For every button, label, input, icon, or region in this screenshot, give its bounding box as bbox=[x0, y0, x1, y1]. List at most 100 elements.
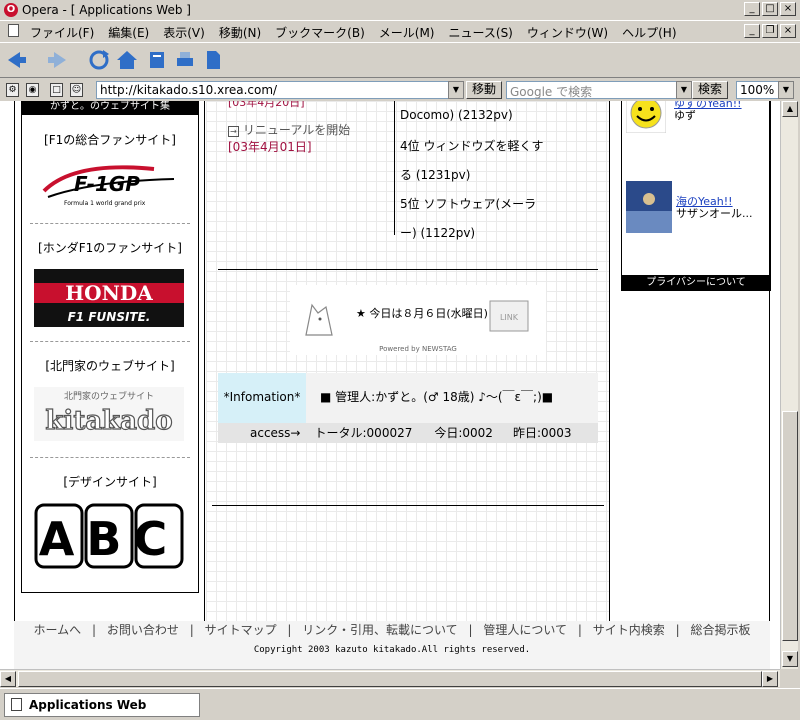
security-icon[interactable]: ⚙ bbox=[6, 83, 19, 97]
horizontal-scroll-thumb[interactable] bbox=[18, 671, 762, 687]
menu-file[interactable]: ファイル(F) bbox=[30, 24, 94, 41]
footer-link-search[interactable]: サイト内検索 bbox=[593, 623, 665, 637]
menu-view[interactable]: 表示(V) bbox=[163, 24, 205, 41]
footer-separator: | bbox=[189, 623, 194, 637]
footer-link-home[interactable]: ホームへ bbox=[34, 623, 82, 637]
information-box: *Infomation* ■ 管理人:かずと。(♂ 18歳) ♪〜(￣ε￣;)■… bbox=[218, 373, 598, 443]
menu-edit[interactable]: 編集(E) bbox=[108, 24, 149, 41]
vertical-scroll-thumb[interactable] bbox=[782, 411, 798, 641]
reload-icon[interactable] bbox=[88, 49, 110, 71]
url-input[interactable]: http://kitakado.s10.xrea.com/ bbox=[96, 81, 462, 99]
ranking-line: Docomo) (2132pv) bbox=[400, 108, 513, 122]
window-tab-label: Applications Web bbox=[29, 698, 147, 712]
address-bar: ⚙ ◉ □ ☺ http://kitakado.s10.xrea.com/ ▼ … bbox=[0, 79, 800, 101]
design-site-label: [デザインサイト] bbox=[63, 475, 157, 489]
menu-navigate[interactable]: 移動(N) bbox=[219, 24, 261, 41]
child-minimize-button[interactable]: _ bbox=[744, 24, 760, 38]
abc-banner[interactable]: ABC bbox=[34, 503, 184, 569]
separator bbox=[30, 457, 190, 458]
access-label: access→ bbox=[250, 426, 301, 440]
honda-banner-subtitle: F1 FUNSITE. bbox=[68, 310, 151, 324]
divider bbox=[218, 269, 598, 270]
home-icon[interactable] bbox=[116, 49, 138, 71]
left-column: かずと。のウェブサイト集 [F1の総合ファンサイト] F-1GP Formula… bbox=[15, 101, 205, 621]
site-list-header: かずと。のウェブサイト集 bbox=[22, 101, 198, 115]
scroll-left-arrow-icon[interactable]: ◀ bbox=[0, 671, 16, 687]
menu-help[interactable]: ヘルプ(H) bbox=[622, 24, 676, 41]
news-item-renewal[interactable]: → リニューアルを開始 bbox=[228, 121, 350, 138]
f1gp-banner[interactable]: F-1GP Formula 1 world grand prix bbox=[34, 161, 184, 209]
page-viewport: かずと。のウェブサイト集 [F1の総合ファンサイト] F-1GP Formula… bbox=[0, 101, 780, 669]
umi-yeah-album-cover[interactable] bbox=[626, 181, 672, 233]
go-button[interactable]: 移動 bbox=[466, 81, 502, 99]
menu-bookmarks[interactable]: ブックマーク(B) bbox=[275, 24, 365, 41]
footer-link-bbs[interactable]: 総合掲示板 bbox=[690, 623, 750, 637]
divider bbox=[212, 505, 604, 506]
camera-icon[interactable]: ◉ bbox=[26, 83, 39, 97]
honda-f1-banner[interactable]: HONDA F1 FUNSITE. bbox=[34, 269, 184, 327]
bookmark-add-icon[interactable] bbox=[146, 49, 168, 71]
page-info-icon[interactable]: □ bbox=[50, 83, 63, 97]
search-button[interactable]: 検索 bbox=[692, 81, 728, 99]
page-icon bbox=[11, 698, 22, 711]
kitakado-banner[interactable]: 北門家のウェブサイト kitakado bbox=[34, 387, 184, 441]
site-list-box: かずと。のウェブサイト集 [F1の総合ファンサイト] F-1GP Formula… bbox=[21, 101, 199, 593]
f1gp-label: [F1の総合ファンサイト] bbox=[44, 133, 176, 147]
menu-window[interactable]: ウィンドウ(W) bbox=[527, 24, 608, 41]
back-arrow-icon[interactable] bbox=[6, 49, 28, 71]
information-message: ■ 管理人:かずと。(♂ 18歳) ♪〜(￣ε￣;)■ bbox=[306, 373, 598, 423]
scroll-up-arrow-icon[interactable]: ▲ bbox=[782, 101, 798, 117]
zoom-dropdown-arrow-icon[interactable]: ▼ bbox=[778, 81, 794, 99]
access-counter: access→ トータル:000027 今日:0002 昨日:0003 bbox=[218, 423, 598, 443]
scroll-down-arrow-icon[interactable]: ▼ bbox=[782, 651, 798, 667]
search-dropdown-arrow-icon[interactable]: ▼ bbox=[676, 81, 692, 99]
horizontal-scrollbar[interactable]: ◀ ▶ bbox=[0, 669, 780, 687]
newstag-text: ★ 今日は８月６日(水曜日) bbox=[356, 306, 488, 320]
footer-links: ホームへ | お問い合わせ | サイトマップ | リンク・引用、転載について |… bbox=[14, 621, 770, 638]
privacy-link[interactable]: プライバシーについて bbox=[621, 275, 771, 291]
footer-link-sitemap[interactable]: サイトマップ bbox=[205, 623, 277, 637]
maximize-button[interactable]: □ bbox=[762, 2, 778, 16]
web-page: かずと。のウェブサイト集 [F1の総合ファンサイト] F-1GP Formula… bbox=[14, 101, 771, 621]
user-icon[interactable]: ☺ bbox=[70, 83, 83, 97]
page-icon[interactable] bbox=[202, 49, 224, 71]
child-restore-button[interactable]: ❐ bbox=[762, 24, 778, 38]
newstag-powered: Powered by NEWSTAG bbox=[379, 345, 457, 353]
opera-logo-icon: O bbox=[4, 3, 18, 17]
page-footer: ホームへ | お問い合わせ | サイトマップ | リンク・引用、転載について |… bbox=[14, 621, 770, 669]
ranking-line: ー) (1122pv) bbox=[400, 226, 476, 240]
url-dropdown-arrow-icon[interactable]: ▼ bbox=[448, 81, 464, 99]
access-yesterday: 昨日:0003 bbox=[512, 426, 572, 440]
kitakado-banner-text: kitakado bbox=[45, 406, 172, 436]
newstag-widget[interactable]: LINK ★ 今日は８月６日(水曜日) Powered by NEWSTAG bbox=[290, 285, 546, 355]
zoom-field[interactable]: 100% bbox=[736, 81, 780, 99]
vertical-scrollbar[interactable]: ▲ ▼ bbox=[780, 101, 798, 669]
f1gp-banner-text: F-1GP bbox=[74, 172, 140, 196]
print-icon[interactable] bbox=[174, 49, 196, 71]
window-bar: Applications Web bbox=[0, 688, 800, 720]
minimize-button[interactable]: _ bbox=[744, 2, 760, 16]
child-close-button[interactable]: × bbox=[780, 24, 796, 38]
right-column: ゆずのYeah!! ゆず 海のYeah!! サザンオール... プライバシーにつ… bbox=[611, 101, 771, 621]
ranking-line: 5位 ソフトウェア(メーラ bbox=[400, 197, 537, 211]
scroll-right-arrow-icon[interactable]: ▶ bbox=[762, 671, 778, 687]
menu-bar: ファイル(F) 編集(E) 表示(V) 移動(N) ブックマーク(B) メール(… bbox=[0, 21, 800, 41]
footer-separator: | bbox=[91, 623, 97, 637]
search-input[interactable]: Google で検索 bbox=[506, 81, 680, 99]
kitakado-banner-subtitle: 北門家のウェブサイト bbox=[64, 390, 154, 402]
yuzu-smiley-icon[interactable] bbox=[626, 101, 666, 133]
separator bbox=[30, 223, 190, 224]
access-today: 今日:0002 bbox=[434, 426, 493, 440]
document-icon bbox=[8, 24, 19, 37]
ranking-line: 4位 ウィンドウズを軽くす bbox=[400, 139, 544, 153]
umi-yeah-text: サザンオール... bbox=[676, 207, 753, 220]
forward-arrow-icon[interactable] bbox=[46, 49, 68, 71]
window-tab[interactable]: Applications Web bbox=[4, 693, 200, 717]
footer-link-about[interactable]: 管理人について bbox=[483, 623, 567, 637]
footer-link-link-policy[interactable]: リンク・引用、転載について bbox=[302, 623, 457, 637]
separator bbox=[30, 341, 190, 342]
footer-link-contact[interactable]: お問い合わせ bbox=[107, 623, 179, 637]
menu-news[interactable]: ニュース(S) bbox=[448, 24, 512, 41]
menu-mail[interactable]: メール(M) bbox=[379, 24, 435, 41]
close-button[interactable]: × bbox=[780, 2, 796, 16]
